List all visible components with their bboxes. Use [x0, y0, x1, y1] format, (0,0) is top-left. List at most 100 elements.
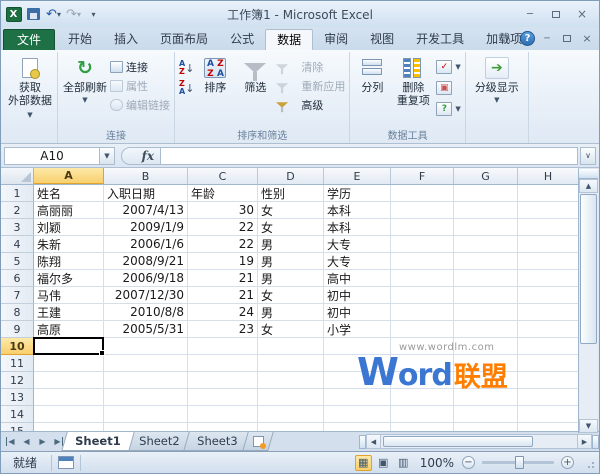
outline-button[interactable]: ➔ 分级显示 ▼ — [470, 54, 524, 107]
cell-F9[interactable] — [391, 321, 454, 338]
cell-G7[interactable] — [454, 287, 518, 304]
cell-C1[interactable]: 年龄 — [188, 185, 258, 202]
help-icon[interactable]: ? — [520, 31, 535, 46]
cell-H1[interactable] — [518, 185, 579, 202]
cell-A15[interactable] — [34, 423, 104, 431]
cell-D2[interactable]: 女 — [258, 202, 324, 219]
cell-A1[interactable]: 姓名 — [34, 185, 104, 202]
tab-公式[interactable]: 公式 — [219, 29, 265, 50]
cell-B12[interactable] — [104, 372, 188, 389]
cell-G5[interactable] — [454, 253, 518, 270]
page-break-view-button[interactable]: ▥ — [395, 455, 412, 471]
vertical-scroll-thumb[interactable] — [580, 194, 597, 344]
cell-B8[interactable]: 2010/8/8 — [104, 304, 188, 321]
normal-view-button[interactable]: ▦ — [355, 455, 372, 471]
close-button[interactable]: × — [571, 7, 593, 22]
cell-D6[interactable]: 男 — [258, 270, 324, 287]
cell-G10[interactable] — [454, 338, 518, 355]
cell-D5[interactable]: 男 — [258, 253, 324, 270]
cell-H3[interactable] — [518, 219, 579, 236]
reapply-button[interactable]: 重新应用 — [276, 76, 345, 95]
column-header-A[interactable]: A — [34, 168, 104, 184]
cell-G13[interactable] — [454, 389, 518, 406]
expand-formula-bar-icon[interactable]: ∨ — [580, 147, 596, 165]
row-header-8[interactable]: 8 — [1, 304, 34, 321]
cell-D11[interactable] — [258, 355, 324, 372]
cell-G8[interactable] — [454, 304, 518, 321]
cell-A6[interactable]: 福尔多 — [34, 270, 104, 287]
cell-F3[interactable] — [391, 219, 454, 236]
cell-E11[interactable] — [324, 355, 391, 372]
clear-filter-button[interactable]: 清除 — [276, 57, 345, 76]
insert-function-button[interactable]: fx — [121, 147, 161, 165]
advanced-filter-button[interactable]: 高级 — [276, 95, 345, 114]
cell-F12[interactable] — [391, 372, 454, 389]
minimize-button[interactable]: ─ — [519, 7, 541, 22]
consolidate-button[interactable]: ▣ — [436, 78, 460, 97]
cell-C5[interactable]: 19 — [188, 253, 258, 270]
column-header-B[interactable]: B — [104, 168, 188, 184]
zoom-level[interactable]: 100% — [420, 456, 454, 470]
cell-E8[interactable]: 初中 — [324, 304, 391, 321]
cell-C9[interactable]: 23 — [188, 321, 258, 338]
column-header-F[interactable]: F — [391, 168, 454, 184]
cell-G4[interactable] — [454, 236, 518, 253]
data-validation-button[interactable]: ✓▼ — [436, 57, 460, 76]
cell-H2[interactable] — [518, 202, 579, 219]
cell-E14[interactable] — [324, 406, 391, 423]
cell-D10[interactable] — [258, 338, 324, 355]
cell-E1[interactable]: 学历 — [324, 185, 391, 202]
workbook-close-icon[interactable]: × — [579, 31, 595, 46]
tab-插入[interactable]: 插入 — [103, 29, 149, 50]
cell-E12[interactable] — [324, 372, 391, 389]
cell-D7[interactable]: 女 — [258, 287, 324, 304]
tab-开始[interactable]: 开始 — [57, 29, 103, 50]
page-layout-view-button[interactable]: ▣ — [375, 455, 392, 471]
cell-F15[interactable] — [391, 423, 454, 431]
tab-视图[interactable]: 视图 — [359, 29, 405, 50]
horizontal-scroll-track[interactable] — [381, 434, 577, 449]
cell-G11[interactable] — [454, 355, 518, 372]
row-header-14[interactable]: 14 — [1, 406, 34, 423]
row-header-13[interactable]: 13 — [1, 389, 34, 406]
column-header-G[interactable]: G — [454, 168, 518, 184]
cell-H5[interactable] — [518, 253, 579, 270]
sort-descending-button[interactable]: ZA↓ — [179, 78, 194, 98]
cell-E13[interactable] — [324, 389, 391, 406]
connections-button[interactable]: 连接 — [110, 57, 170, 76]
cell-H15[interactable] — [518, 423, 579, 431]
cell-C6[interactable]: 21 — [188, 270, 258, 287]
formula-input[interactable] — [161, 147, 578, 165]
zoom-in-icon[interactable]: + — [561, 456, 574, 469]
filter-button[interactable]: 筛选 — [236, 54, 274, 94]
cell-F6[interactable] — [391, 270, 454, 287]
cell-B11[interactable] — [104, 355, 188, 372]
row-header-11[interactable]: 11 — [1, 355, 34, 372]
cell-D1[interactable]: 性别 — [258, 185, 324, 202]
cell-A7[interactable]: 马伟 — [34, 287, 104, 304]
edit-links-button[interactable]: 编辑链接 — [110, 95, 170, 114]
sheet-tab-Sheet2[interactable]: Sheet2 — [125, 432, 193, 451]
cell-F7[interactable] — [391, 287, 454, 304]
cell-A13[interactable] — [34, 389, 104, 406]
cell-B15[interactable] — [104, 423, 188, 431]
name-box[interactable]: A10 — [4, 147, 100, 165]
vertical-scrollbar[interactable]: ▲ ▼ — [578, 169, 598, 433]
row-header-3[interactable]: 3 — [1, 219, 34, 236]
cell-D14[interactable] — [258, 406, 324, 423]
cell-G15[interactable] — [454, 423, 518, 431]
cell-F10[interactable] — [391, 338, 454, 355]
cell-B14[interactable] — [104, 406, 188, 423]
cell-A4[interactable]: 朱新 — [34, 236, 104, 253]
selected-cell-A10[interactable] — [33, 337, 104, 355]
horizontal-scroll-thumb[interactable] — [383, 436, 533, 447]
cell-F2[interactable] — [391, 202, 454, 219]
scroll-right-icon[interactable]: ▶ — [577, 434, 592, 449]
what-if-analysis-button[interactable]: ?▼ — [436, 99, 460, 118]
cell-H4[interactable] — [518, 236, 579, 253]
tab-页面布局[interactable]: 页面布局 — [149, 29, 219, 50]
cell-G9[interactable] — [454, 321, 518, 338]
tab-审阅[interactable]: 审阅 — [313, 29, 359, 50]
cell-C10[interactable] — [188, 338, 258, 355]
cell-G1[interactable] — [454, 185, 518, 202]
